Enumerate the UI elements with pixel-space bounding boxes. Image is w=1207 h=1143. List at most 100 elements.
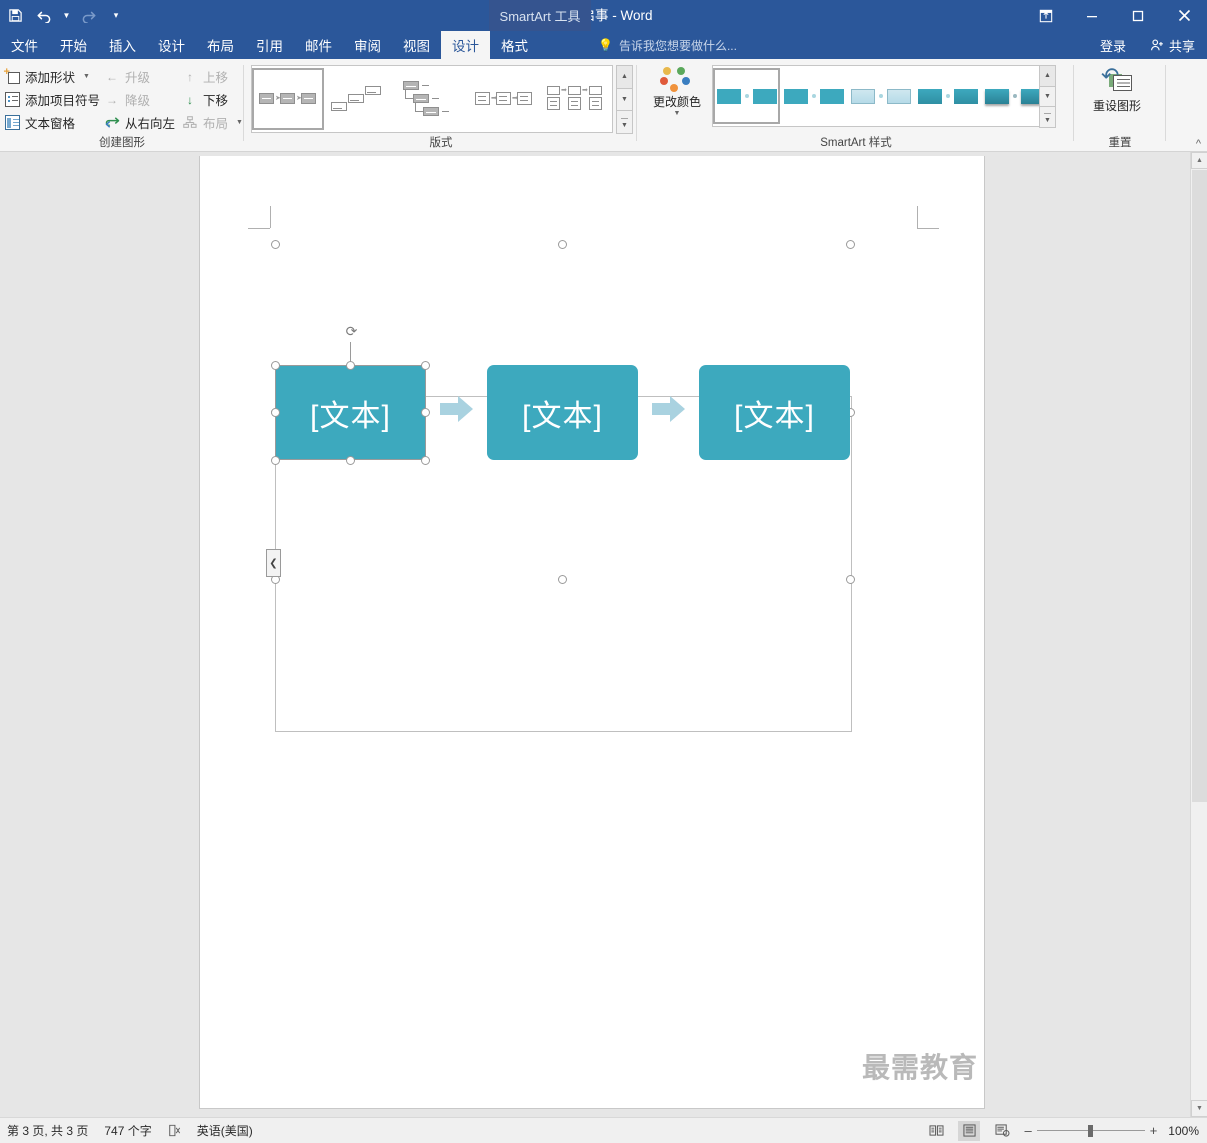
style-thumb-moderate-effect[interactable] (914, 68, 981, 124)
change-colors-icon (660, 67, 694, 95)
status-bar-left: 第 3 页, 共 3 页 747 个字 英语(美国) (0, 1122, 253, 1139)
gallery-more-icon[interactable]: — ▼ (1039, 106, 1056, 129)
customize-qat-icon[interactable]: ▾ (103, 2, 129, 30)
node-handle-n[interactable] (346, 361, 355, 370)
move-down-button[interactable]: ↓ 下移 (182, 88, 244, 111)
change-colors-button[interactable]: 更改颜色 ▼ (646, 65, 708, 137)
gallery-scroll-up-icon[interactable]: ▲ (1039, 65, 1056, 87)
gallery-scroll-up-icon[interactable]: ▲ (616, 65, 633, 89)
rotation-handle[interactable]: ⟳ (344, 323, 359, 339)
smartart-node-2[interactable]: [文本] (487, 365, 638, 460)
tell-me-search[interactable]: 💡 告诉我您想要做什么... (598, 31, 737, 59)
tab-mailings[interactable]: 邮件 (294, 31, 343, 59)
style-block (783, 88, 808, 104)
canvas-handle-se[interactable] (846, 575, 855, 584)
add-bullet-button[interactable]: 添加项目符号 (4, 88, 100, 111)
ribbon-display-options-icon[interactable] (1023, 0, 1069, 31)
read-mode-icon[interactable] (925, 1121, 947, 1141)
scrollbar-thumb[interactable] (1192, 170, 1207, 810)
chevron-down-icon[interactable]: ▼ (674, 110, 681, 117)
node-handle-nw[interactable] (271, 361, 280, 370)
layout-thumb-detailed-process[interactable]: ➡ ➡ (540, 68, 612, 130)
tab-view[interactable]: 视图 (392, 31, 441, 59)
layout-thumb-descending-process[interactable] (396, 68, 468, 130)
tab-design[interactable]: 设计 (147, 31, 196, 59)
maximize-button[interactable] (1115, 0, 1161, 31)
tab-layout[interactable]: 布局 (196, 31, 245, 59)
canvas-handle-nw[interactable] (271, 240, 280, 249)
right-to-left-label: 从右向左 (125, 117, 176, 131)
close-button[interactable] (1161, 0, 1207, 31)
canvas-handle-ne[interactable] (846, 240, 855, 249)
canvas-handle-n[interactable] (558, 240, 567, 249)
style-block (752, 88, 777, 104)
node-handle-e[interactable] (421, 408, 430, 417)
node-handle-sw[interactable] (271, 456, 280, 465)
share-button[interactable]: 共享 (1138, 31, 1207, 59)
chevron-down-icon[interactable]: ▼ (83, 73, 90, 80)
add-bullet-label: 添加项目符号 (25, 94, 101, 108)
ribbon-tabs: 文件 开始 插入 设计 布局 引用 邮件 审阅 视图 设计 格式 (0, 31, 539, 59)
node-handle-w[interactable] (271, 408, 280, 417)
gallery-scroll-down-icon[interactable]: ▼ (1039, 85, 1056, 108)
layout-thumb-process-list[interactable]: ➡ ➡ (468, 68, 540, 130)
style-connector-dot (1012, 94, 1017, 98)
layout-thumb-basic-process[interactable]: ➤ ➤ (252, 68, 324, 130)
zoom-level-label[interactable]: 100% (1168, 1124, 1199, 1138)
layouts-gallery[interactable]: ➤ ➤ ➡ ➡ ➡ ➡ (251, 65, 613, 133)
reset-graphic-button[interactable]: ↶ 重设图形 (1083, 65, 1151, 135)
tab-smartart-design[interactable]: 设计 (441, 31, 490, 59)
signin-button[interactable]: 登录 (1088, 36, 1138, 55)
style-thumb-simple-fill[interactable] (713, 68, 780, 124)
zoom-in-button[interactable]: + (1150, 1123, 1158, 1138)
add-shape-button[interactable]: 添加形状 ▼ (4, 65, 100, 88)
collapse-ribbon-icon[interactable]: ^ (1196, 138, 1201, 150)
style-thumb-subtle-effect[interactable] (847, 68, 914, 124)
create-graphic-column-3: ↑ 上移 ↓ 下移 布局 ▼ (182, 65, 244, 134)
layout-thumb-step-up-process[interactable] (324, 68, 396, 130)
undo-icon[interactable] (30, 2, 60, 30)
tab-smartart-format[interactable]: 格式 (490, 31, 539, 59)
style-connector-dot (878, 94, 883, 98)
spelling-check-icon[interactable] (168, 1124, 181, 1137)
zoom-track[interactable] (1036, 1124, 1145, 1137)
zoom-out-button[interactable]: – (1024, 1123, 1031, 1138)
account-area: 登录 共享 (1088, 31, 1207, 59)
tab-home[interactable]: 开始 (49, 31, 98, 59)
scroll-up-button[interactable]: ▲ (1191, 152, 1207, 169)
canvas-handle-s[interactable] (558, 575, 567, 584)
web-layout-icon[interactable] (991, 1121, 1013, 1141)
print-layout-icon[interactable] (958, 1120, 981, 1141)
smartart-styles-gallery[interactable] (712, 65, 1049, 127)
node-handle-s[interactable] (346, 456, 355, 465)
node-handle-se[interactable] (421, 456, 430, 465)
text-pane-toggle-button[interactable]: ❮ (266, 549, 281, 577)
undo-dropdown-caret[interactable]: ▼ (60, 2, 73, 30)
language-indicator[interactable]: 英语(美国) (197, 1122, 253, 1139)
right-to-left-button[interactable]: 从右向左 (104, 111, 182, 134)
tab-insert[interactable]: 插入 (98, 31, 147, 59)
save-icon[interactable] (0, 2, 30, 30)
tab-references[interactable]: 引用 (245, 31, 294, 59)
text-pane-button[interactable]: 文本窗格 (4, 111, 100, 134)
group-label-create-graphic: 创建图形 (99, 137, 145, 149)
move-down-label: 下移 (203, 94, 229, 108)
zoom-slider[interactable]: – + (1024, 1123, 1157, 1138)
node-handle-ne[interactable] (421, 361, 430, 370)
chevron-down-icon: ▼ (236, 119, 243, 126)
gallery-scroll-down-icon[interactable]: ▼ (616, 87, 633, 112)
zoom-slider-thumb[interactable] (1087, 1124, 1093, 1137)
gallery-more-icon[interactable]: — ▼ (616, 110, 633, 135)
vertical-scrollbar[interactable]: ▲ ▼ (1190, 152, 1207, 1117)
style-thumb-white-outline[interactable] (780, 68, 847, 124)
style-thumb-intense-effect[interactable] (981, 68, 1048, 124)
minimize-button[interactable] (1069, 0, 1115, 31)
tab-review[interactable]: 审阅 (343, 31, 392, 59)
scroll-down-button[interactable]: ▼ (1191, 1100, 1207, 1117)
smartart-node-3[interactable]: [文本] (699, 365, 850, 460)
split-window-handle[interactable] (1192, 802, 1207, 814)
page-indicator[interactable]: 第 3 页, 共 3 页 (7, 1122, 88, 1139)
tab-file[interactable]: 文件 (0, 31, 49, 59)
word-count[interactable]: 747 个字 (104, 1122, 151, 1139)
status-bar-right: – + 100% (925, 1120, 1199, 1141)
